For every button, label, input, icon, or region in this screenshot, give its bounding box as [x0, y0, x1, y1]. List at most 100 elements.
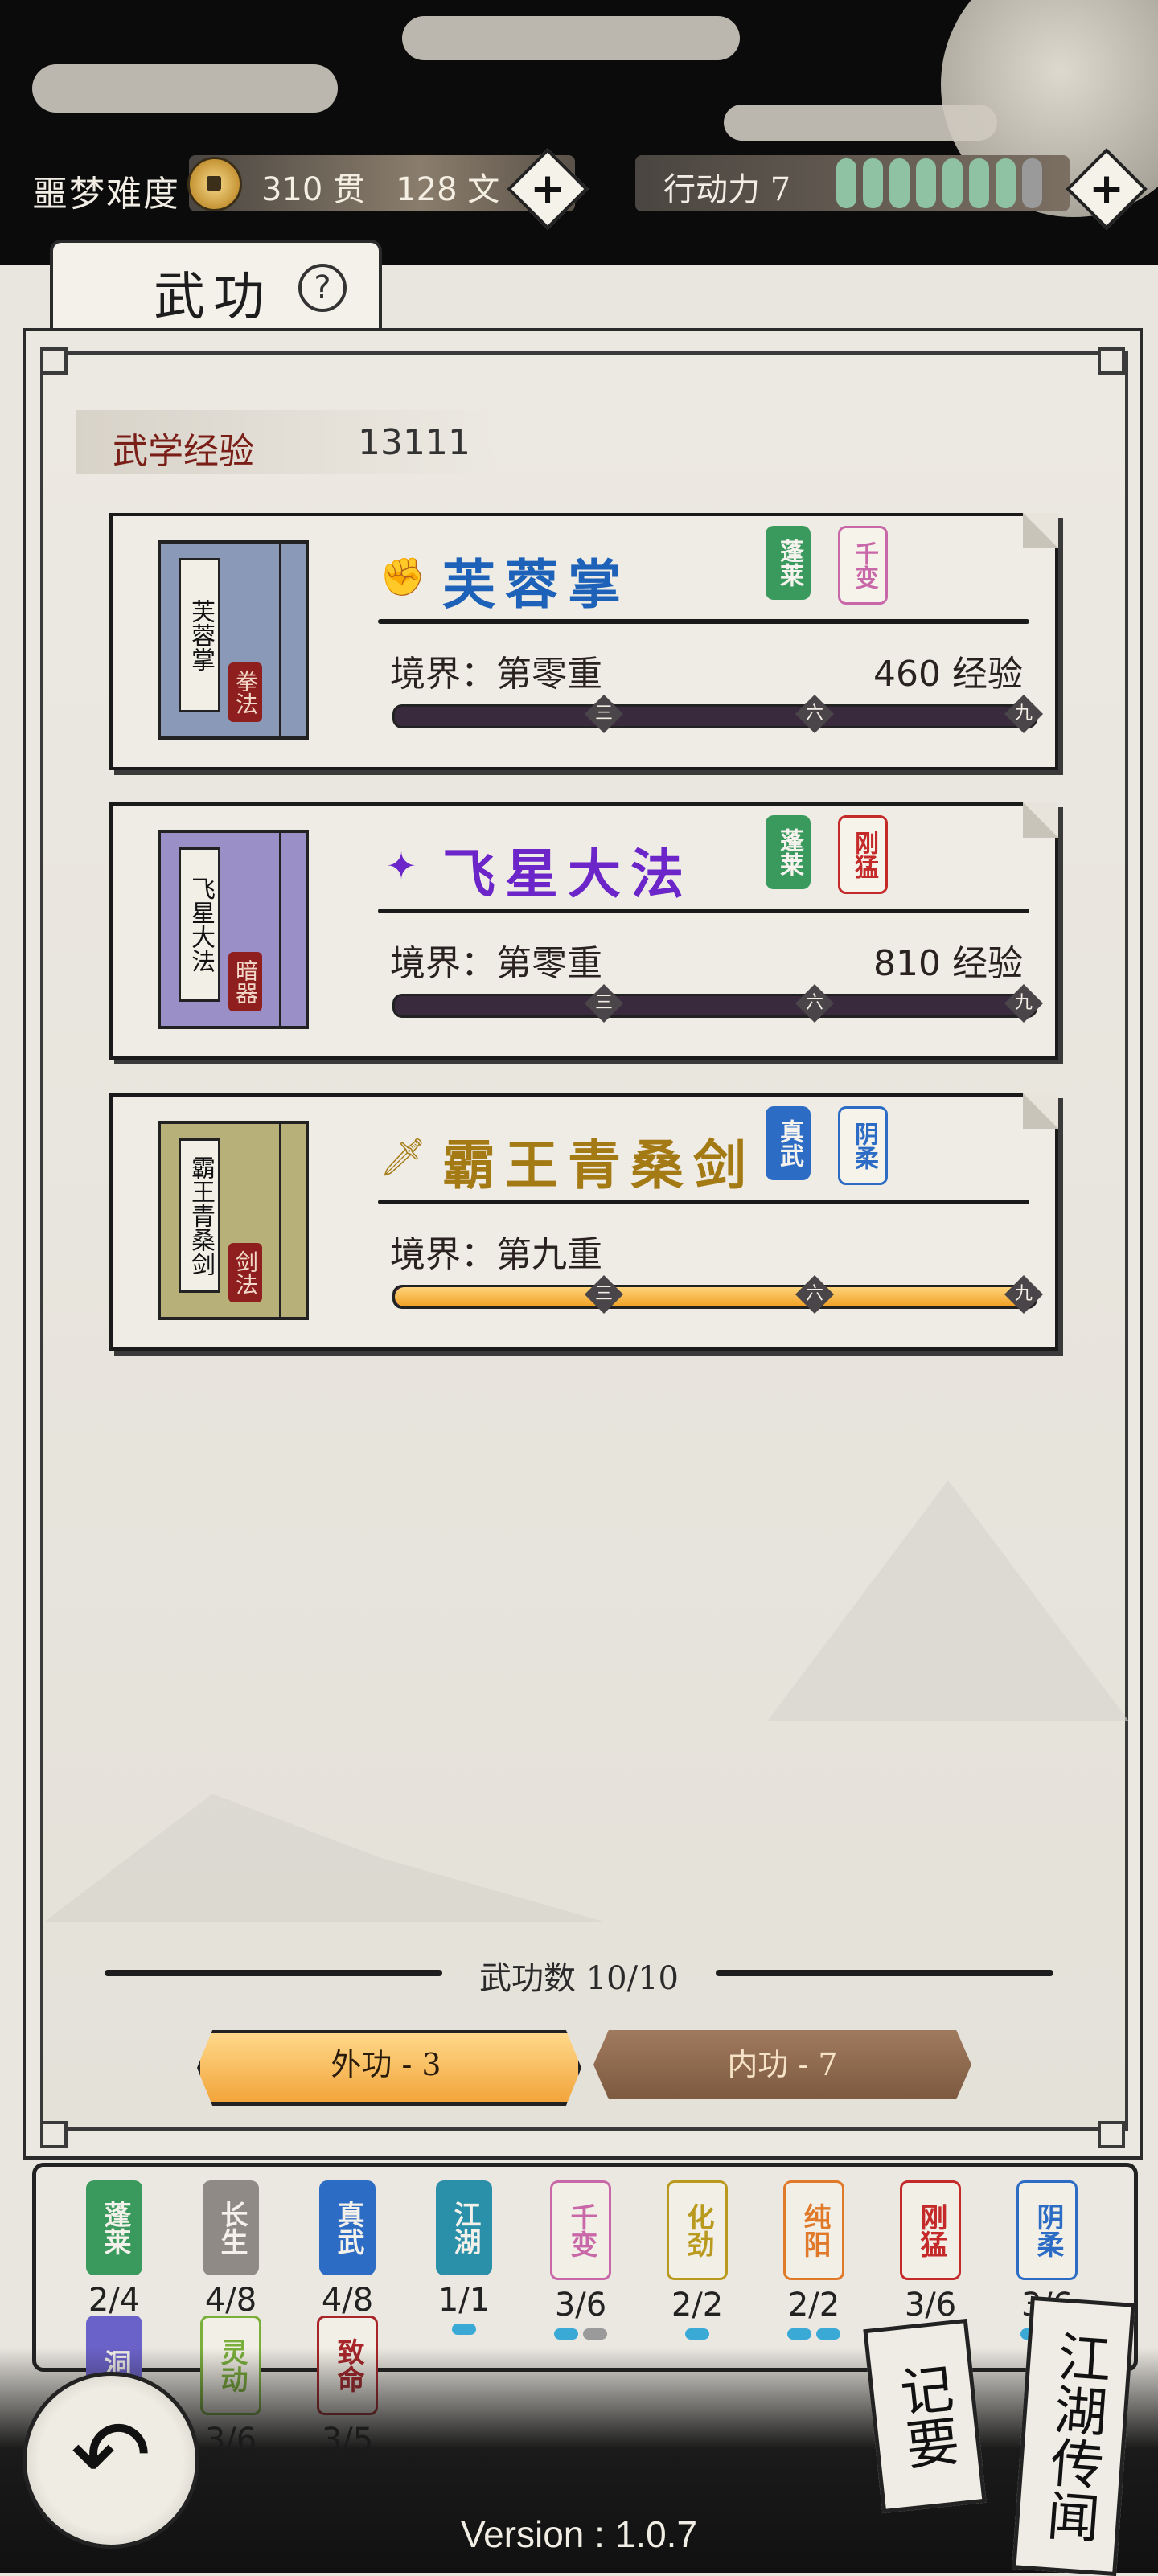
talent-pips — [660, 2328, 734, 2340]
tab-martial-arts[interactable]: 武功 ? — [50, 240, 382, 331]
realm-tick: 三 — [584, 1274, 624, 1315]
plus-icon: + — [530, 165, 565, 213]
realm-progress-bar: 三六九 — [392, 983, 1044, 1023]
frame-corner — [40, 347, 68, 375]
stamina-pip — [916, 158, 936, 208]
frame-corner — [1098, 2121, 1125, 2148]
realm-progress-bar: 三六九 — [392, 694, 1044, 734]
stamina-pip — [889, 158, 910, 208]
talent-count: 2/2 — [787, 2287, 840, 2324]
skill-card[interactable]: 飞星大法 暗器 ✦ 飞星大法 蓬莱 刚猛 境界：第零重 810 经验 三 六 九 — [109, 802, 1058, 1060]
filter-inner-button[interactable]: 内功 - 7 — [593, 2030, 971, 2099]
realm-tick: 九 — [1004, 1274, 1044, 1315]
skill-card[interactable]: 霸王青桑剑 剑法 🗡 霸王青桑剑 真武 阴柔 境界：第九重 三 六 九 — [109, 1093, 1058, 1351]
talent-stamp: 长生 — [203, 2180, 259, 2275]
talent-badge: 蓬莱 — [766, 526, 811, 600]
skill-book-icon: 霸王青桑剑 剑法 — [158, 1121, 309, 1320]
martial-exp-value: 13111 — [358, 422, 470, 463]
money-guan: 310 贯 — [261, 171, 366, 208]
book-title: 芙蓉掌 — [179, 558, 220, 712]
frame-corner — [40, 2121, 68, 2148]
talent-stamp: 蓬莱 — [86, 2180, 142, 2275]
book-spine — [279, 1124, 306, 1317]
card-divider — [378, 909, 1029, 913]
version-label: Version : 1.0.7 — [460, 2513, 698, 2555]
stamina-pip — [942, 158, 963, 208]
talent-item[interactable]: 蓬莱 2/4 — [77, 2180, 151, 2324]
money-text: 310 贯 128 文 — [261, 163, 499, 210]
stamina-pip — [863, 158, 883, 208]
talent-pip — [787, 2328, 811, 2340]
mountain-decoration — [767, 1480, 1129, 1721]
talent-stamp: 刚猛 — [900, 2180, 961, 2280]
talent-badge: 蓬莱 — [766, 815, 811, 889]
talent-stamp: 真武 — [319, 2180, 376, 2275]
stamina-pip — [996, 158, 1016, 208]
talent-item[interactable]: 真武 4/8 — [310, 2180, 384, 2324]
difficulty-label: 噩梦难度 — [32, 174, 180, 215]
talent-item[interactable]: 化劲 2/2 — [660, 2180, 734, 2340]
realm-tick: 六 — [795, 983, 835, 1023]
talent-badge: 阴柔 — [838, 1106, 888, 1185]
talent-pip — [583, 2328, 607, 2340]
stamina-pip — [969, 158, 989, 208]
martial-exp-label: 武学经验 — [113, 431, 254, 472]
filter-outer-label: 外功 - 3 — [331, 2047, 441, 2082]
talent-stamp: 化劲 — [667, 2180, 728, 2280]
realm-tick-label: 六 — [805, 1284, 823, 1304]
talent-stamp: 阴柔 — [1016, 2180, 1078, 2280]
realm-tick-label: 三 — [594, 703, 613, 724]
frame-corner — [1098, 347, 1125, 375]
talent-item[interactable]: 江湖 1/1 — [427, 2180, 501, 2335]
coin-icon — [187, 157, 242, 211]
cloud-decoration — [402, 16, 740, 60]
book-title: 飞星大法 — [179, 847, 220, 1002]
skill-exp-cost: 810 经验 — [873, 943, 1023, 984]
talent-item[interactable]: 纯阳 2/2 — [777, 2180, 851, 2340]
talent-badge: 刚猛 — [838, 815, 888, 894]
talent-item[interactable]: 长生 4/8 — [194, 2180, 268, 2324]
filter-outer-button[interactable]: 外功 - 3 — [197, 2030, 581, 2106]
skill-count-row: 武功数 10/10 — [105, 1946, 1053, 2002]
realm-tick: 三 — [584, 694, 624, 734]
talent-pip — [816, 2328, 840, 2340]
realm-progress-bar: 三六九 — [392, 1274, 1044, 1315]
skill-card[interactable]: 芙蓉掌 拳法 ✊ 芙蓉掌 蓬莱 千变 境界：第零重 460 经验 三 六 九 — [109, 513, 1058, 770]
skill-name: 霸王青桑剑 — [442, 1134, 756, 1196]
realm-tick: 九 — [1004, 694, 1044, 734]
mountain-decoration — [43, 1794, 606, 1922]
talent-item[interactable]: 刚猛 3/6 — [893, 2180, 967, 2328]
talent-item[interactable]: 千变 3/6 — [544, 2180, 618, 2340]
talent-count: 4/8 — [204, 2282, 257, 2319]
add-stamina-button[interactable]: + — [1066, 148, 1148, 230]
sword-icon: 🗡 — [380, 1135, 427, 1179]
plus-icon: + — [1089, 165, 1124, 213]
book-type: 暗器 — [228, 952, 262, 1011]
skill-book-icon: 芙蓉掌 拳法 — [158, 540, 309, 740]
talent-pips — [544, 2328, 618, 2340]
dart-icon: ✦ — [385, 844, 417, 888]
book-spine — [279, 833, 306, 1026]
realm-tick: 三 — [584, 983, 624, 1023]
book-spine — [279, 544, 306, 736]
skill-realm: 境界：第零重 — [390, 654, 602, 695]
realm-tick-label: 六 — [805, 993, 823, 1013]
stamina-pip — [836, 158, 856, 208]
card-divider — [378, 619, 1029, 624]
help-icon[interactable]: ? — [298, 264, 347, 312]
talent-count: 1/1 — [437, 2282, 491, 2319]
cloud-decoration — [724, 105, 997, 141]
talent-count: 2/2 — [671, 2287, 724, 2324]
skill-book-icon: 飞星大法 暗器 — [158, 830, 309, 1029]
skill-name: 芙蓉掌 — [442, 553, 630, 616]
book-type: 拳法 — [228, 662, 262, 722]
book-type: 剑法 — [228, 1243, 262, 1302]
cloud-decoration — [32, 64, 338, 113]
notes-button[interactable]: 记要 — [863, 2318, 987, 2514]
martial-exp-row: 武学经验 13111 — [76, 410, 495, 474]
skill-exp-cost: 460 经验 — [873, 654, 1023, 695]
resource-bar: 噩梦难度 310 贯 128 文 + 行动力 7 + — [0, 148, 1158, 230]
talent-pips — [777, 2328, 851, 2340]
talent-pip — [452, 2324, 476, 2335]
book-title: 霸王青桑剑 — [179, 1138, 220, 1293]
